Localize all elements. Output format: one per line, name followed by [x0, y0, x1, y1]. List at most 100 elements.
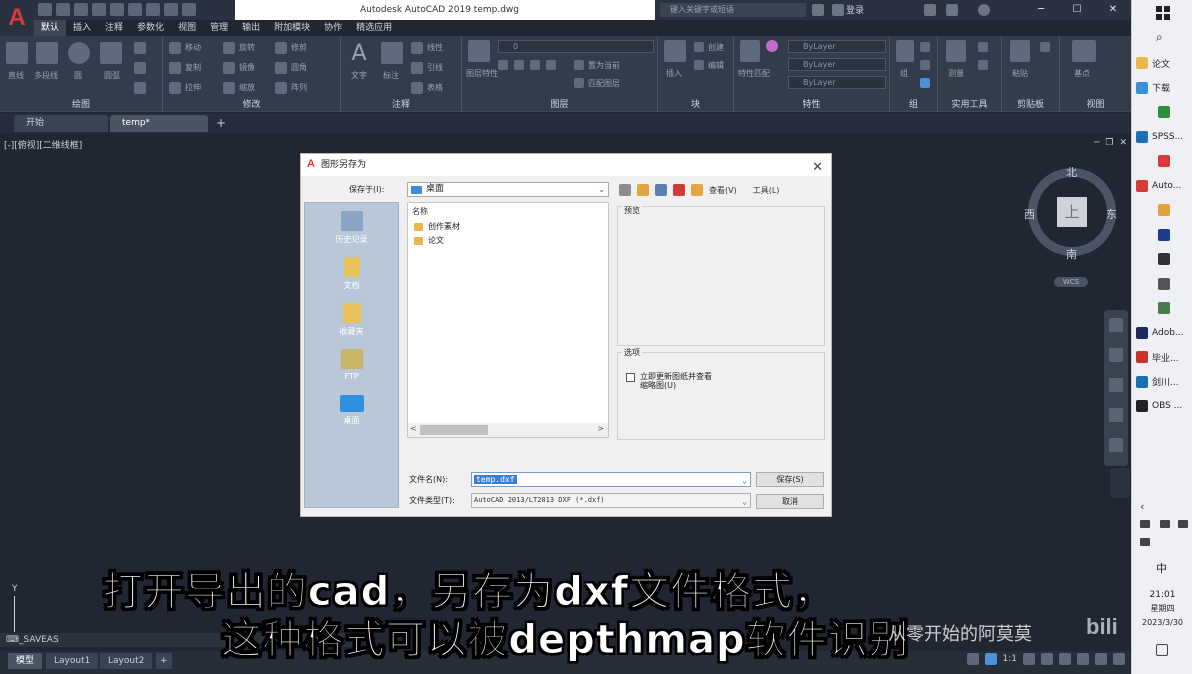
- create-block-icon[interactable]: [694, 42, 704, 52]
- tab-featured-apps[interactable]: 精选应用: [349, 20, 399, 36]
- clock-time[interactable]: 21:01: [1132, 590, 1192, 600]
- usb-icon[interactable]: [1140, 520, 1150, 528]
- text-icon[interactable]: A: [347, 42, 371, 66]
- minimize-button[interactable]: ─: [1023, 0, 1059, 20]
- tab-parametric[interactable]: 参数化: [130, 20, 171, 36]
- table-icon[interactable]: [411, 82, 423, 94]
- search-input[interactable]: 键入关键字或短语: [660, 3, 806, 17]
- search-web-icon[interactable]: [655, 184, 667, 196]
- tab-manage[interactable]: 管理: [203, 20, 235, 36]
- insert-block-icon[interactable]: [664, 40, 686, 62]
- pan-icon[interactable]: [1109, 348, 1123, 362]
- add-tab-button[interactable]: +: [214, 117, 228, 131]
- compass-south[interactable]: 南: [1066, 246, 1077, 262]
- notification-icon[interactable]: [1156, 644, 1168, 656]
- viewport-label[interactable]: [-][俯视][二维线框]: [4, 138, 82, 151]
- scale-icon[interactable]: [223, 82, 235, 94]
- scroll-right-icon[interactable]: >: [597, 424, 604, 433]
- taskbar-app[interactable]: [1136, 299, 1192, 317]
- tab-insert[interactable]: 插入: [66, 20, 98, 36]
- taskbar-app[interactable]: 下载: [1136, 79, 1192, 97]
- tab-view[interactable]: 视图: [171, 20, 203, 36]
- paste-icon[interactable]: [1010, 40, 1030, 62]
- color-dropdown[interactable]: ByLayer: [788, 40, 886, 53]
- chevron-down-icon[interactable]: ⌄: [742, 474, 747, 487]
- save-web-icon[interactable]: [128, 3, 142, 16]
- match-properties-icon[interactable]: [740, 40, 760, 62]
- maximize-button[interactable]: ☐: [1059, 0, 1095, 20]
- list-item[interactable]: 论文: [414, 235, 444, 246]
- taskbar-app[interactable]: [1136, 201, 1192, 219]
- taskbar-app[interactable]: Auto...: [1136, 177, 1192, 195]
- panel-modify-title[interactable]: 修改: [163, 97, 340, 110]
- file-list[interactable]: 名称 创作素材 论文 < >: [407, 202, 609, 438]
- taskbar-app[interactable]: [1136, 103, 1192, 121]
- layer-tool-1-icon[interactable]: [498, 60, 508, 70]
- group-select-icon[interactable]: [920, 78, 930, 88]
- tab-output[interactable]: 输出: [235, 20, 267, 36]
- horizontal-scrollbar[interactable]: < >: [408, 423, 608, 437]
- array-icon[interactable]: [275, 82, 287, 94]
- help-icon[interactable]: [978, 4, 990, 16]
- save-icon[interactable]: [74, 3, 88, 16]
- tab-addins[interactable]: 附加模块: [267, 20, 317, 36]
- panel-layers-title[interactable]: 图层: [462, 97, 657, 110]
- save-as-icon[interactable]: [92, 3, 106, 16]
- group-icon[interactable]: [896, 40, 914, 62]
- chevron-down-icon[interactable]: ⌄: [742, 495, 747, 508]
- web-icon[interactable]: [110, 3, 124, 16]
- user-icon[interactable]: [832, 4, 844, 16]
- filetype-dropdown[interactable]: AutoCAD 2013/LT2013 DXF (*.dxf) ⌄: [471, 493, 751, 508]
- orbit-icon[interactable]: [1109, 408, 1123, 422]
- views-menu[interactable]: 查看(V): [709, 185, 737, 196]
- place-documents[interactable]: 文档: [305, 257, 398, 291]
- wifi-icon[interactable]: [1178, 520, 1188, 528]
- taskbar-app[interactable]: OBS ...: [1136, 397, 1192, 415]
- wcs-menu[interactable]: WCS: [1054, 277, 1088, 287]
- input-method[interactable]: 中: [1156, 560, 1167, 576]
- ungroup-icon[interactable]: [920, 42, 930, 52]
- layer-tool-4-icon[interactable]: [546, 60, 556, 70]
- stretch-icon[interactable]: [169, 82, 181, 94]
- place-favorites[interactable]: 收藏夹: [305, 303, 398, 337]
- compass-east[interactable]: 东: [1106, 206, 1117, 222]
- panel-properties-title[interactable]: 特性: [734, 97, 889, 110]
- rect-icon[interactable]: [134, 42, 146, 54]
- panel-group-title[interactable]: 组: [890, 97, 937, 110]
- print-icon[interactable]: [146, 3, 160, 16]
- layer-tool-2-icon[interactable]: [514, 60, 524, 70]
- arc-icon[interactable]: [100, 42, 122, 64]
- viewcube[interactable]: 上: [1028, 168, 1116, 256]
- rotate-icon[interactable]: [223, 42, 235, 54]
- viewport-restore[interactable]: ❐: [1105, 138, 1113, 148]
- panel-clipboard-title[interactable]: 剪贴板: [1002, 97, 1059, 110]
- copy-clip-icon[interactable]: [1040, 42, 1050, 52]
- steering-wheel-icon[interactable]: [1109, 318, 1123, 332]
- make-current-icon[interactable]: [574, 60, 584, 70]
- update-thumbnail-label-2[interactable]: 缩略图(U): [640, 380, 676, 391]
- clock-weekday[interactable]: 星期四: [1132, 603, 1192, 614]
- save-in-dropdown[interactable]: 桌面 ⌄: [407, 182, 609, 197]
- place-ftp[interactable]: FTP: [305, 349, 398, 381]
- undo-icon[interactable]: [164, 3, 178, 16]
- panel-draw-title[interactable]: 绘图: [0, 97, 162, 110]
- update-thumbnail-checkbox[interactable]: [626, 373, 635, 382]
- circle-icon[interactable]: [68, 42, 90, 64]
- redo-icon[interactable]: [182, 3, 196, 16]
- group-edit-icon[interactable]: [920, 60, 930, 70]
- tab-temp[interactable]: temp*: [110, 115, 208, 132]
- copy-icon[interactable]: [169, 62, 181, 74]
- open-icon[interactable]: [56, 3, 70, 16]
- linetype-dropdown[interactable]: ByLayer: [788, 58, 886, 71]
- match-layer-icon[interactable]: [574, 78, 584, 88]
- taskbar-app[interactable]: SPSS...: [1136, 128, 1192, 146]
- layer-properties-icon[interactable]: [468, 40, 490, 62]
- dialog-close-button[interactable]: ✕: [812, 157, 823, 179]
- tray-chevron-icon[interactable]: ‹: [1140, 500, 1144, 513]
- new-icon[interactable]: [38, 3, 52, 16]
- panel-view-title[interactable]: 视图: [1060, 97, 1131, 110]
- taskbar-app[interactable]: [1136, 226, 1192, 244]
- volume-icon[interactable]: [1140, 538, 1150, 546]
- utility-1-icon[interactable]: [978, 42, 988, 52]
- clock-date[interactable]: 2023/3/30: [1132, 618, 1192, 627]
